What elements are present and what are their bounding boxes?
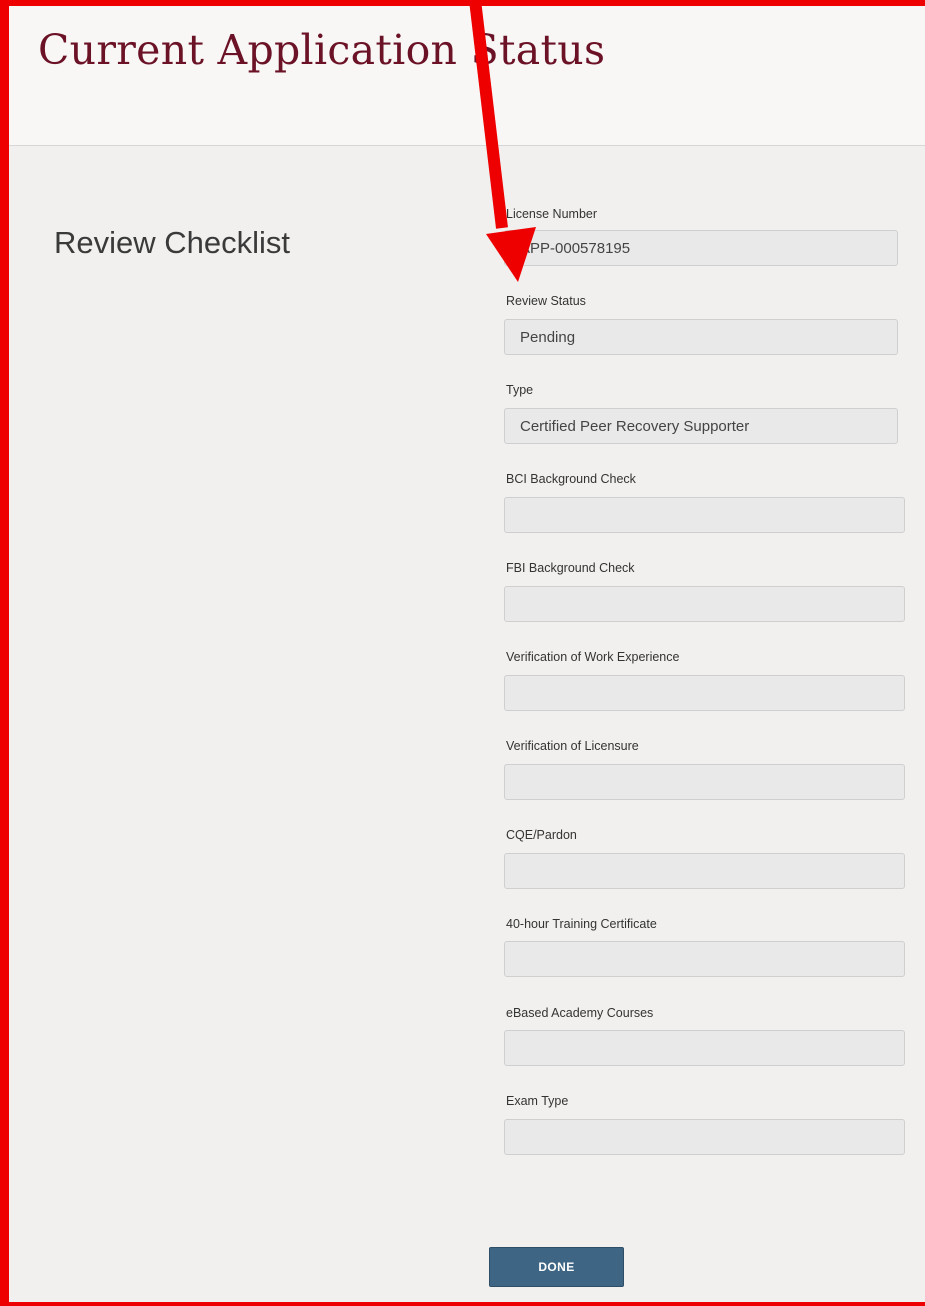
- done-button[interactable]: DONE: [489, 1247, 624, 1287]
- licensure-label: Verification of Licensure: [506, 739, 639, 753]
- exam-type-label: Exam Type: [506, 1094, 569, 1108]
- annotation-arrow: [469, 0, 536, 282]
- cqe-pardon-label: CQE/Pardon: [506, 828, 577, 842]
- training-certificate-label: 40-hour Training Certificate: [506, 917, 657, 931]
- fbi-background-check-field[interactable]: [504, 586, 905, 622]
- exam-type-field[interactable]: [504, 1119, 905, 1155]
- training-certificate-field[interactable]: [504, 941, 905, 977]
- bci-background-check-label: BCI Background Check: [506, 472, 636, 486]
- cqe-pardon-field[interactable]: [504, 853, 905, 889]
- review-status-field[interactable]: [504, 319, 898, 355]
- ebased-academy-label: eBased Academy Courses: [506, 1006, 654, 1020]
- ebased-academy-field[interactable]: [504, 1030, 905, 1066]
- work-experience-field[interactable]: [504, 675, 905, 711]
- licensure-field[interactable]: [504, 764, 905, 800]
- type-label: Type: [506, 383, 534, 397]
- bci-background-check-field[interactable]: [504, 497, 905, 533]
- work-experience-label: Verification of Work Experience: [506, 650, 680, 664]
- type-field[interactable]: [504, 408, 898, 444]
- fbi-background-check-label: FBI Background Check: [506, 561, 635, 575]
